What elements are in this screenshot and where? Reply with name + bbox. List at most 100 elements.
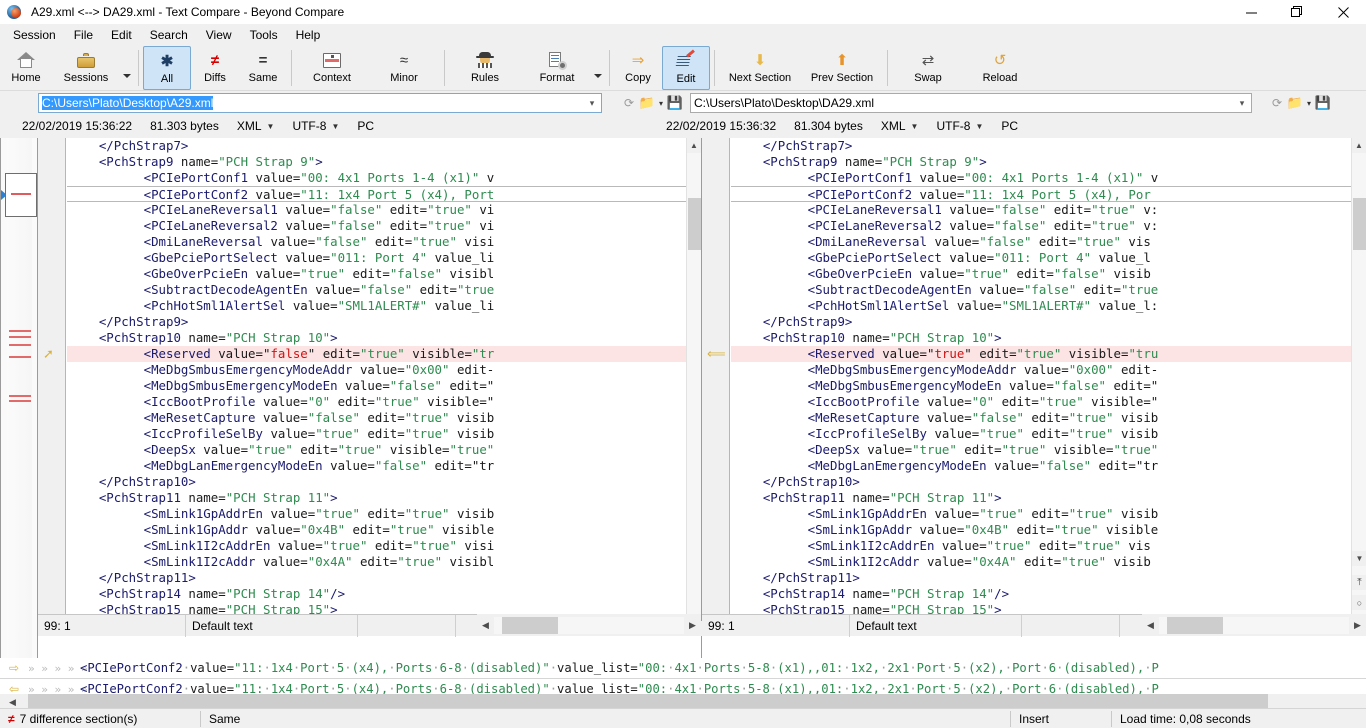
left-save-icon[interactable]: 💾 (666, 93, 684, 113)
scroll-left-icon[interactable]: ◀ (1142, 617, 1159, 634)
detail-compare-row[interactable]: ⇨» » » » » <PCIePortConf2·value="11:·1x4·… (0, 658, 1366, 679)
menu-view[interactable]: View (197, 25, 241, 46)
code-line[interactable]: <DeepSx value="true" edit="true" visible… (731, 442, 1351, 458)
toolbar-sessions-button[interactable]: Sessions (50, 46, 122, 90)
left-gutter[interactable]: ➚ (38, 138, 66, 636)
code-line[interactable]: <IccBootProfile value="0" edit="true" vi… (731, 394, 1351, 410)
code-line[interactable]: <PchStrap14 name="PCH Strap 14"/> (731, 586, 1351, 602)
toolbar-reload-button[interactable]: ↺ Reload (964, 46, 1036, 90)
code-line[interactable]: <MeDbgSmbusEmergencyModeEn value="false"… (731, 378, 1351, 394)
code-line[interactable]: <IccBootProfile value="0" edit="true" vi… (67, 394, 686, 410)
code-line[interactable]: <PCIeLaneReversal1 value="false" edit="t… (731, 202, 1351, 218)
code-line[interactable]: <SmLink1GpAddrEn value="true" edit="true… (67, 506, 686, 522)
detail-horizontal-scrollbar[interactable]: ◀ (0, 694, 1366, 708)
toolbar-same-button[interactable]: = Same (239, 46, 287, 90)
left-code-area[interactable]: </PchStrap7> <PchStrap9 name="PCH Strap … (67, 138, 686, 636)
toolbar-prev-section-button[interactable]: ⬆ Prev Section (801, 46, 883, 90)
code-line[interactable]: <GbeOverPcieEn value="true" edit="false"… (731, 266, 1351, 282)
right-scroll-thumb[interactable] (1353, 198, 1366, 250)
toolbar-format-button[interactable]: Format (521, 46, 593, 90)
sessions-dropdown-icon[interactable] (122, 46, 134, 90)
code-line[interactable]: <PchStrap11 name="PCH Strap 11"> (731, 490, 1351, 506)
toolbar-all-button[interactable]: ✱ All (143, 46, 191, 90)
code-line[interactable]: <PCIePortConf2 value="11: 1x4 Port 5 (x4… (731, 186, 1351, 202)
code-line-difference[interactable]: <Reserved value="true" edit="true" visib… (731, 346, 1351, 362)
code-line[interactable]: <MeDbgLanEmergencyModeEn value="false" e… (731, 458, 1351, 474)
code-line[interactable]: <IccProfileSelBy value="true" edit="true… (67, 426, 686, 442)
left-browse-folder-icon[interactable]: 📁 (638, 93, 656, 113)
toolbar-home-button[interactable]: Home (2, 46, 50, 90)
code-line[interactable]: <SmLink1I2cAddrEn value="true" edit="tru… (67, 538, 686, 554)
left-horizontal-scrollbar[interactable]: ◀ ▶ (477, 614, 701, 636)
close-button[interactable] (1320, 0, 1366, 24)
code-line[interactable]: <MeDbgLanEmergencyModeEn value="false" e… (67, 458, 686, 474)
code-line[interactable]: <MeDbgSmbusEmergencyModeEn value="false"… (67, 378, 686, 394)
code-line[interactable]: <PCIePortConf2 value="11: 1x4 Port 5 (x4… (67, 186, 686, 202)
toolbar-context-button[interactable]: Context (296, 46, 368, 90)
maximize-restore-button[interactable] (1274, 0, 1320, 24)
toolbar-copy-button[interactable]: ⇒ Copy (614, 46, 662, 90)
code-line[interactable]: <SmLink1I2cAddrEn value="true" edit="tru… (731, 538, 1351, 554)
detail-copy-right-arrow-icon[interactable]: ⇨ (0, 661, 28, 675)
left-code-lines[interactable]: </PchStrap7> <PchStrap9 name="PCH Strap … (67, 138, 686, 634)
left-copy-to-right-arrow-icon[interactable]: ➚ (43, 346, 54, 362)
left-file-encoding-select[interactable]: UTF-8 ▼ (292, 119, 339, 133)
left-file-pane[interactable]: ➚ </PchStrap7> <PchStrap9 name="PCH Stra… (38, 138, 702, 658)
format-dropdown-icon[interactable] (593, 46, 605, 90)
toolbar-edit-button[interactable]: Edit (662, 46, 710, 90)
left-hscroll-track[interactable] (494, 616, 684, 634)
detail-scroll-thumb[interactable] (28, 694, 1268, 708)
overview-viewport-box[interactable] (5, 173, 37, 217)
difference-overview-map[interactable] (0, 138, 38, 658)
code-line[interactable]: <PCIeLaneReversal2 value="false" edit="t… (731, 218, 1351, 234)
right-file-pane[interactable]: ⟸ </PchStrap7> <PchStrap9 name="PCH Stra… (702, 138, 1366, 658)
code-line[interactable]: <SmLink1I2cAddr value="0x4A" edit="true"… (67, 554, 686, 570)
code-line[interactable]: <SmLink1I2cAddr value="0x4A" edit="true"… (731, 554, 1351, 570)
code-line[interactable]: </PchStrap11> (67, 570, 686, 586)
right-copy-to-left-arrow-icon[interactable]: ⟸ (707, 346, 726, 362)
code-line[interactable]: </PchStrap9> (67, 314, 686, 330)
code-line[interactable]: <PchHotSml1AlertSel value="SML1ALERT#" v… (731, 298, 1351, 314)
menu-session[interactable]: Session (4, 25, 65, 46)
right-code-lines[interactable]: </PchStrap7> <PchStrap9 name="PCH Strap … (731, 138, 1351, 634)
left-file-format-select[interactable]: XML ▼ (237, 119, 275, 133)
code-line[interactable]: <SmLink1GpAddrEn value="true" edit="true… (731, 506, 1351, 522)
code-line[interactable]: <GbePciePortSelect value="011: Port 4" v… (731, 250, 1351, 266)
right-browse-folder-icon[interactable]: 📁 (1286, 93, 1304, 113)
scroll-up-icon[interactable]: ▲ (1352, 138, 1366, 153)
code-line[interactable]: <MeResetCapture value="false" edit="true… (731, 410, 1351, 426)
right-save-icon[interactable]: 💾 (1314, 93, 1332, 113)
right-file-format-select[interactable]: XML ▼ (881, 119, 919, 133)
left-vertical-scrollbar[interactable]: ▲ ▼ (686, 138, 702, 636)
toolbar-rules-button[interactable]: Rules (449, 46, 521, 90)
right-browse-dropdown-icon[interactable]: ▾ (1304, 99, 1314, 108)
code-line[interactable]: <GbePciePortSelect value="011: Port 4" v… (67, 250, 686, 266)
toolbar-next-section-button[interactable]: ⬇ Next Section (719, 46, 801, 90)
code-line[interactable]: <PchStrap9 name="PCH Strap 9"> (67, 154, 686, 170)
code-line[interactable]: </PchStrap11> (731, 570, 1351, 586)
right-file-encoding-select[interactable]: UTF-8 ▼ (936, 119, 983, 133)
minimize-button[interactable] (1228, 0, 1274, 24)
left-path-text[interactable]: C:\Users\Plato\Desktop\A29.xml (42, 96, 214, 110)
center-diff-icon[interactable]: ○ (1352, 595, 1366, 610)
right-horizontal-scrollbar[interactable]: ◀ ▶ (1142, 614, 1366, 636)
menu-search[interactable]: Search (141, 25, 197, 46)
right-path-text[interactable]: C:\Users\Plato\Desktop\DA29.xml (694, 96, 874, 110)
code-line[interactable]: <SmLink1GpAddr value="0x4B" edit="true" … (731, 522, 1351, 538)
right-refresh-icon[interactable]: ⟳ (1268, 93, 1286, 113)
right-path-input[interactable]: C:\Users\Plato\Desktop\DA29.xml (690, 93, 1252, 113)
code-line[interactable]: <PCIePortConf1 value="00: 4x1 Ports 1-4 … (731, 170, 1351, 186)
left-browse-dropdown-icon[interactable]: ▾ (656, 99, 666, 108)
code-line[interactable]: </PchStrap7> (731, 138, 1351, 154)
scroll-down-icon[interactable]: ▼ (1352, 551, 1366, 566)
code-line[interactable]: <MeDbgSmbusEmergencyModeAddr value="0x00… (67, 362, 686, 378)
menu-help[interactable]: Help (287, 25, 330, 46)
code-line[interactable]: <PchStrap11 name="PCH Strap 11"> (67, 490, 686, 506)
code-line[interactable]: <PCIeLaneReversal1 value="false" edit="t… (67, 202, 686, 218)
code-line[interactable]: <PchHotSml1AlertSel value="SML1ALERT#" v… (67, 298, 686, 314)
code-line[interactable]: <IccProfileSelBy value="true" edit="true… (731, 426, 1351, 442)
code-line[interactable]: <PchStrap9 name="PCH Strap 9"> (731, 154, 1351, 170)
code-line[interactable]: <PchStrap10 name="PCH Strap 10"> (731, 330, 1351, 346)
right-gutter[interactable]: ⟸ (702, 138, 730, 636)
code-line[interactable]: <MeResetCapture value="false" edit="true… (67, 410, 686, 426)
